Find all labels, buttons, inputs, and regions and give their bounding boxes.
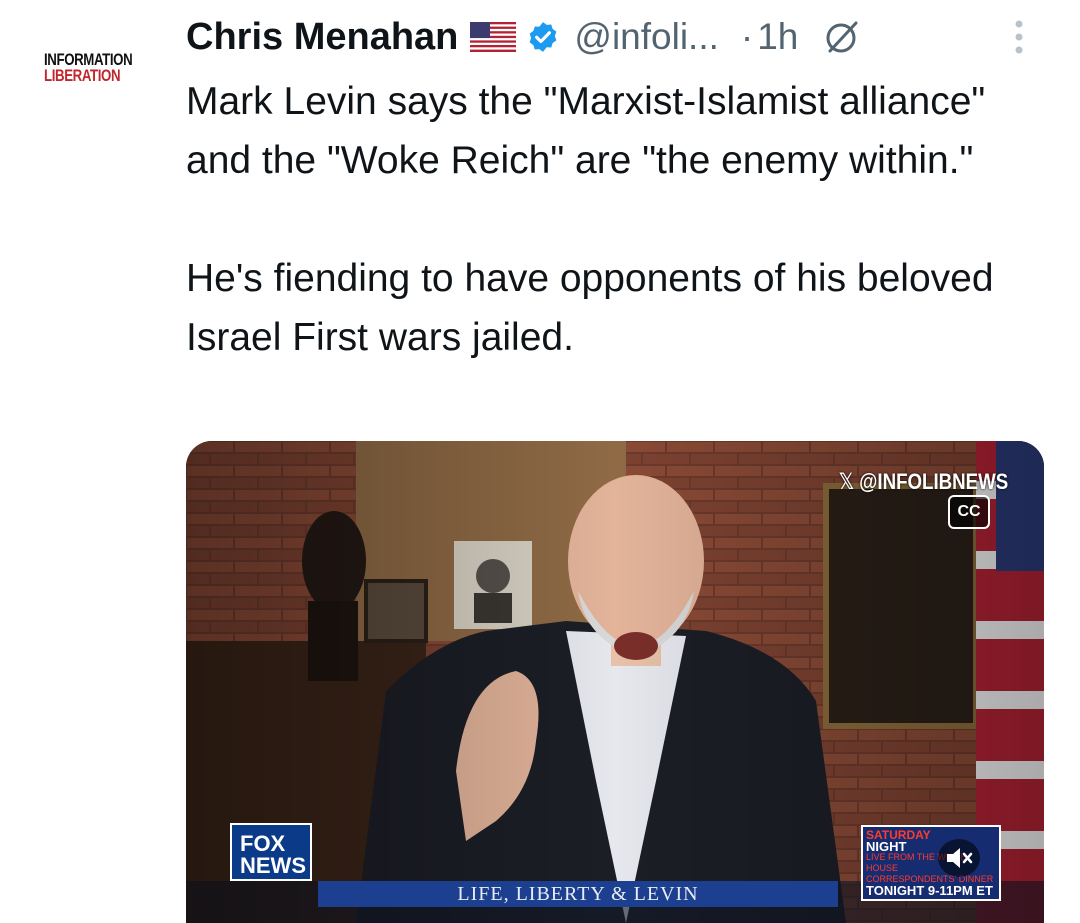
grok-icon[interactable] (822, 17, 862, 57)
author-handle[interactable]: @infoli... (574, 16, 719, 58)
fox-news-logo: FOX NEWS (230, 823, 312, 881)
show-title-banner: LIFE, LIBERTY & LEVIN (318, 881, 838, 907)
tweet-text: Mark Levin says the "Marxist-Islamist al… (186, 72, 1046, 367)
us-flag-icon (470, 22, 517, 52)
author-avatar[interactable]: INFORMATION LIBERATION (44, 51, 148, 92)
promo-box: SATURDAY NIGHT LIVE FROM THE WHITE HOUSE… (861, 825, 1001, 901)
avatar-line-2: LIBERATION (44, 66, 121, 85)
tweet-paragraph-2: He's fiending to have opponents of his b… (186, 257, 994, 359)
tweet-time[interactable]: 1h (757, 16, 798, 58)
fox-logo-line-2: NEWS (240, 853, 306, 878)
author-name[interactable]: Chris Menahan (186, 16, 458, 59)
more-options-icon[interactable] (1008, 18, 1030, 58)
separator-dot: · (740, 16, 754, 57)
promo-line-5: TONIGHT 9-11PM ET (866, 883, 993, 898)
verified-badge-icon (530, 22, 557, 52)
mute-button[interactable] (938, 839, 980, 877)
video-player[interactable]: 𝕏 @INFOLIBNEWS CC FOX NEWS LIFE, LIBERTY… (186, 441, 1044, 923)
speaker-muted-icon (947, 848, 973, 868)
fox-logo-line-1: FOX (240, 831, 286, 856)
video-watermark: 𝕏 @INFOLIBNEWS (838, 469, 1008, 494)
captions-button[interactable]: CC (948, 495, 990, 529)
tweet-header: Chris Menahan @infoli... · 1h (186, 12, 862, 62)
tweet-paragraph-1: Mark Levin says the "Marxist-Islamist al… (186, 80, 986, 182)
